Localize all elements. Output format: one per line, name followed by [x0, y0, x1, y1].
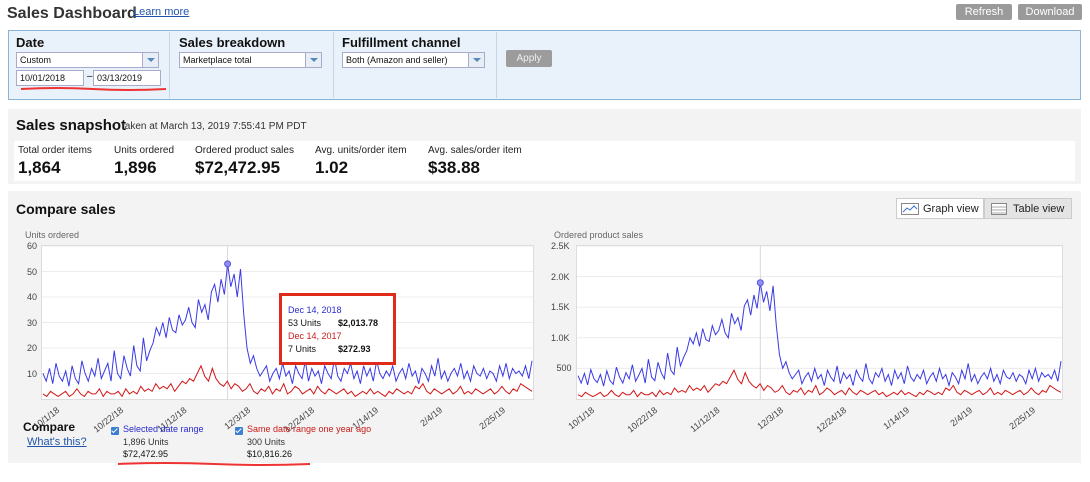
snapshot-timestamp: taken at March 13, 2019 7:55:41 PM PDT	[122, 121, 307, 132]
download-button[interactable]: Download	[1018, 4, 1082, 20]
y-tick-label: 1.5K	[551, 302, 570, 313]
breakdown-select[interactable]: Marketplace total	[179, 52, 322, 68]
sales-chart-ylabel: Ordered product sales	[554, 230, 644, 240]
y-tick-label: 500	[556, 363, 572, 374]
graph-view-label: Graph view	[923, 203, 979, 215]
selected-range-label: Selected date range	[123, 424, 204, 434]
series-line-current	[577, 282, 1062, 388]
table-view-button[interactable]: Table view	[984, 198, 1072, 219]
y-tick-label: 50	[27, 266, 38, 277]
y-tick-label: 2.5K	[551, 241, 570, 251]
apply-button[interactable]: Apply	[506, 50, 552, 67]
date-preset-value: Custom	[20, 55, 52, 65]
metric-label: Total order items	[18, 145, 92, 156]
snapshot-title: Sales snapshot	[16, 117, 127, 134]
date-preset-select[interactable]: Custom	[16, 52, 159, 68]
sales-snapshot-panel: Sales snapshot taken at March 13, 2019 7…	[8, 109, 1081, 184]
units-chart-ylabel: Units ordered	[25, 230, 80, 240]
table-view-label: Table view	[1013, 203, 1065, 215]
sales-chart-svg	[577, 245, 1062, 399]
hover-point	[756, 279, 764, 287]
chevron-down-icon	[142, 53, 158, 67]
table-view-icon	[991, 203, 1007, 215]
previous-range-label: Same date range one year ago	[247, 424, 372, 434]
metric-label: Units ordered	[114, 145, 175, 156]
fulfillment-select[interactable]: Both (Amazon and seller)	[342, 52, 485, 68]
divider	[496, 32, 497, 98]
legend-underline-mark	[118, 462, 310, 466]
tooltip-units-current: 53 Units	[288, 318, 322, 328]
y-tick-label: 40	[27, 292, 38, 302]
y-tick-label: 2.0K	[551, 271, 570, 282]
breakdown-value: Marketplace total	[183, 55, 252, 65]
selected-range-checkbox[interactable]	[111, 427, 119, 435]
divider	[169, 32, 170, 98]
filter-bar: Date Custom 10/01/2018 – 03/13/2019 Sale…	[8, 30, 1081, 100]
metric-value: $72,472.95	[195, 158, 281, 177]
start-date-input[interactable]: 10/01/2018	[16, 70, 84, 86]
metric-label: Avg. sales/order item	[428, 145, 522, 156]
learn-more-link[interactable]: Learn more	[133, 6, 189, 18]
fulfillment-filter-label: Fulfillment channel	[342, 35, 461, 50]
y-tick-label: 20	[27, 343, 38, 353]
metric-label: Avg. units/order item	[315, 145, 407, 156]
chevron-down-icon	[305, 53, 321, 67]
tooltip-units-previous: 7 Units	[288, 344, 317, 354]
date-filter-label: Date	[16, 35, 45, 50]
selected-range-units: 1,896 Units	[123, 437, 169, 447]
compare-label: Compare	[23, 420, 76, 434]
page-title: Sales Dashboard	[7, 5, 137, 22]
metric-value: 1.02	[315, 158, 349, 177]
tooltip-date-current: Dec 14, 2018	[288, 305, 342, 315]
graph-view-icon	[901, 203, 919, 215]
sales-chart	[576, 245, 1063, 400]
tooltip-sales-current: $2,013.78	[338, 318, 379, 328]
previous-range-units: 300 Units	[247, 437, 286, 447]
fulfillment-value: Both (Amazon and seller)	[346, 55, 448, 65]
y-tick-label: 10	[27, 368, 38, 379]
divider	[333, 32, 334, 98]
y-tick-label: 30	[27, 317, 38, 328]
selected-range-sales: $72,472.95	[123, 449, 169, 459]
snapshot-metrics: Total order items 1,864 Units ordered 1,…	[14, 141, 1075, 181]
whats-this-link[interactable]: What's this?	[27, 436, 87, 448]
metric-label: Ordered product sales	[195, 145, 294, 156]
date-range-dash: –	[87, 71, 93, 82]
metric-value: 1,864	[18, 158, 61, 177]
previous-range-sales: $10,816.26	[247, 449, 293, 459]
metric-value: $38.88	[428, 158, 480, 177]
chart-tooltip: Dec 14, 2018 53 Units $2,013.78 Dec 14, …	[279, 293, 396, 365]
chevron-down-icon	[468, 53, 484, 67]
previous-range-checkbox[interactable]	[235, 427, 243, 435]
date-underline-mark	[21, 87, 166, 91]
metric-value: 1,896	[114, 158, 157, 177]
graph-view-button[interactable]: Graph view	[896, 198, 984, 219]
compare-sales-title: Compare sales	[16, 201, 116, 217]
hover-point	[224, 260, 232, 268]
refresh-button[interactable]: Refresh	[956, 4, 1012, 20]
y-tick-label: 1.0K	[551, 332, 570, 343]
tooltip-sales-previous: $272.93	[338, 344, 371, 354]
tooltip-date-previous: Dec 14, 2017	[288, 331, 342, 341]
breakdown-filter-label: Sales breakdown	[179, 35, 286, 50]
y-tick-label: 60	[27, 241, 38, 251]
end-date-input[interactable]: 03/13/2019	[93, 70, 161, 86]
